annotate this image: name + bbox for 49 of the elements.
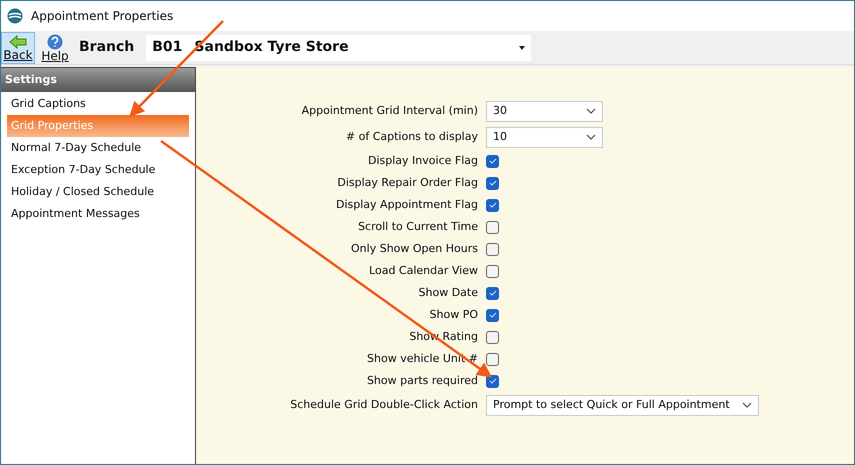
check-icon xyxy=(488,180,496,186)
help-button[interactable]: Help xyxy=(39,32,71,64)
checkbox[interactable] xyxy=(486,286,499,300)
checkbox[interactable] xyxy=(486,352,499,366)
field-label: # of Captions to display xyxy=(344,128,479,145)
check-icon xyxy=(488,312,496,318)
field-label: Display Invoice Flag xyxy=(367,152,479,169)
window-title: Appointment Properties xyxy=(31,8,174,25)
chevron-down-icon xyxy=(586,134,596,140)
dropdown-field[interactable]: 30 xyxy=(486,100,603,122)
checkbox[interactable] xyxy=(486,198,499,212)
sidebar-item[interactable]: Holiday / Closed Schedule xyxy=(1,181,195,203)
checkbox[interactable] xyxy=(486,154,499,168)
checkbox[interactable] xyxy=(486,220,499,234)
dropdown-field[interactable]: 10 xyxy=(486,126,603,148)
check-icon xyxy=(488,378,496,384)
sidebar-header: Settings xyxy=(1,68,195,92)
app-logo-icon xyxy=(7,8,23,24)
left-arrow-icon xyxy=(9,34,27,48)
check-icon xyxy=(488,158,496,164)
checkbox[interactable] xyxy=(486,374,499,388)
field-label: Load Calendar View xyxy=(368,262,479,279)
dropdown-caret-icon xyxy=(519,46,526,50)
sidebar-item[interactable]: Appointment Messages xyxy=(1,203,195,225)
checkbox[interactable] xyxy=(486,242,499,256)
field-label: Only Show Open Hours xyxy=(350,240,479,257)
check-icon xyxy=(488,290,496,296)
field-label: Show Date xyxy=(418,284,479,301)
branch-label: Branch xyxy=(79,38,134,57)
checkbox[interactable] xyxy=(486,330,499,344)
checkbox[interactable] xyxy=(486,308,499,322)
checkbox[interactable] xyxy=(486,264,499,278)
field-label: Appointment Grid Interval (min) xyxy=(300,102,479,119)
help-icon xyxy=(47,34,63,50)
field-label: Show PO xyxy=(428,306,479,323)
field-label: Schedule Grid Double-Click Action xyxy=(289,396,479,413)
field-label: Scroll to Current Time xyxy=(357,218,479,235)
sidebar-item[interactable]: Grid Captions xyxy=(1,93,195,115)
sidebar-item[interactable]: Normal 7-Day Schedule xyxy=(1,137,195,159)
field-label: Show parts required xyxy=(366,372,479,389)
dropdown-field[interactable]: Prompt to select Quick or Full Appointment xyxy=(486,394,759,416)
check-icon xyxy=(488,202,496,208)
chevron-down-icon xyxy=(742,402,752,408)
checkbox[interactable] xyxy=(486,176,499,190)
sidebar-item[interactable]: Exception 7-Day Schedule xyxy=(1,159,195,181)
chevron-down-icon xyxy=(586,108,596,114)
field-label: Display Appointment Flag xyxy=(335,196,479,213)
back-button[interactable]: Back xyxy=(1,32,35,64)
field-label: Display Repair Order Flag xyxy=(336,174,479,191)
